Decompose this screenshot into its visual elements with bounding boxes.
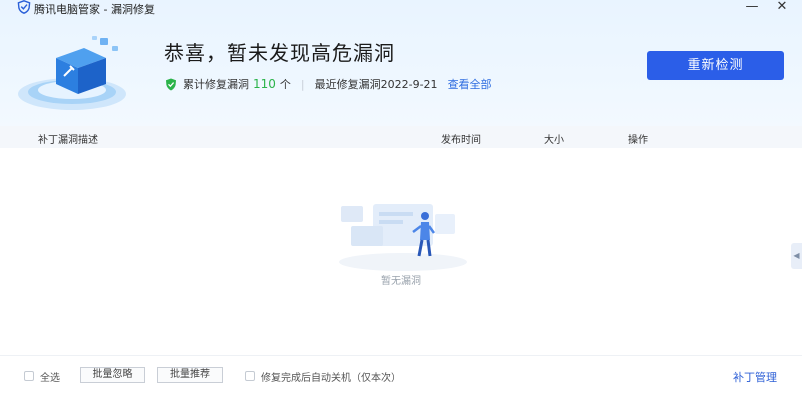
tencent-shield-icon [17,0,31,14]
security-box-illustration [18,36,126,110]
side-collapse-tab[interactable]: ◀ [791,243,802,269]
close-button[interactable]: ✕ [771,0,793,16]
green-shield-check-icon [166,78,176,90]
table-header: 补丁漏洞描述 发布时间 大小 操作 [0,126,802,148]
select-all-label[interactable]: 全选 [40,369,60,384]
empty-state-text: 暂无漏洞 [381,276,421,287]
minimize-button[interactable]: — [741,0,763,16]
column-header-action: 操作 [628,135,648,146]
title-bar: 腾讯电脑管家 - 漏洞修复 — ✕ [0,0,802,18]
select-all-checkbox[interactable] [24,371,34,381]
patch-management-link[interactable]: 补丁管理 [733,369,777,385]
column-header-release-date: 发布时间 [441,135,481,146]
fix-summary: 累计修复漏洞 110 个 | 最近修复漏洞2022-9-21 查看全部 [165,77,492,91]
batch-recommend-button[interactable]: 批量推荐 [157,367,223,383]
column-header-size: 大小 [544,135,564,146]
header-panel: 腾讯电脑管家 - 漏洞修复 — ✕ 恭喜，暂未发现高危漏洞 累计修复漏洞 110… [0,0,802,126]
batch-ignore-button[interactable]: 批量忽略 [80,367,145,383]
footer-bar: 全选 批量忽略 批量推荐 修复完成后自动关机（仅本次） 补丁管理 [0,355,802,399]
window-title: 腾讯电脑管家 - 漏洞修复 [34,3,155,16]
fixed-unit: 个 [279,78,291,91]
auto-shutdown-checkbox[interactable] [245,371,255,381]
column-header-description: 补丁漏洞描述 [38,135,98,146]
status-headline: 恭喜，暂未发现高危漏洞 [164,41,395,65]
last-fix-date: 最近修复漏洞2022-9-21 [314,78,438,91]
view-all-link[interactable]: 查看全部 [448,76,492,92]
empty-state-illustration [339,204,467,271]
summary-divider: | [300,77,305,91]
recheck-button[interactable]: 重新检测 [647,51,784,80]
fixed-count: 110 [253,77,276,91]
auto-shutdown-label[interactable]: 修复完成后自动关机（仅本次） [261,369,401,384]
fixed-label: 累计修复漏洞 [183,78,249,91]
